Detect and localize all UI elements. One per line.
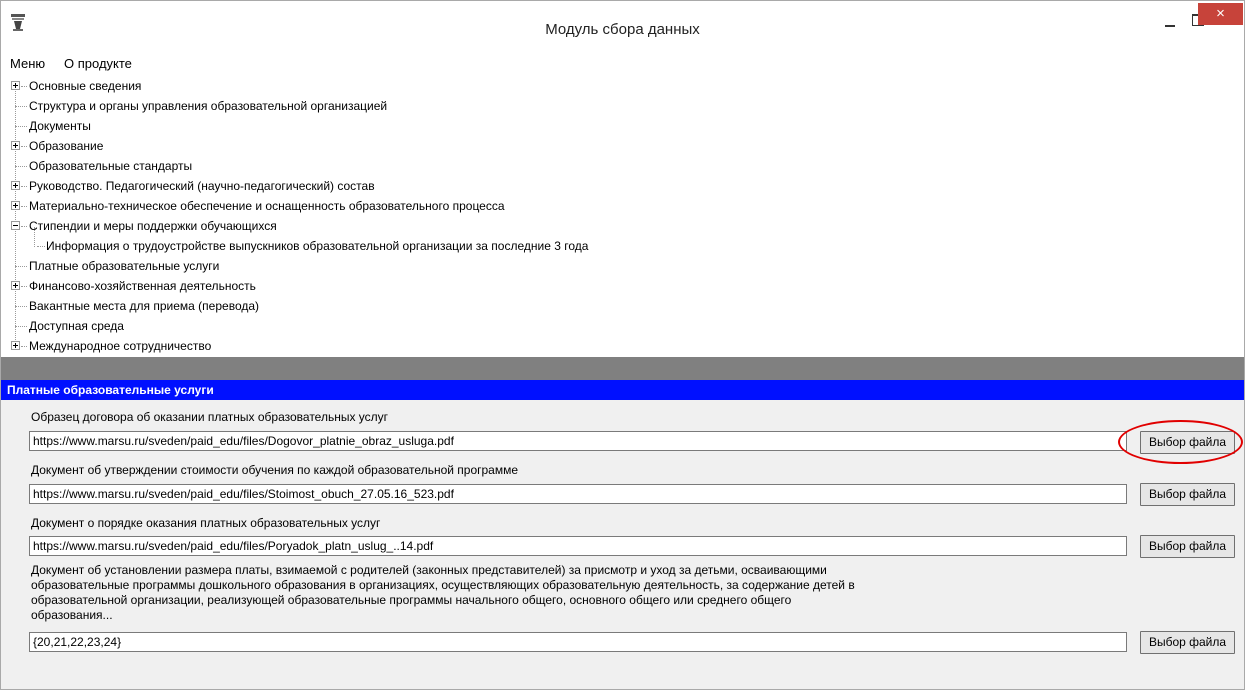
expand-icon[interactable] <box>11 81 20 90</box>
window-title: Модуль сбора данных <box>545 21 700 38</box>
splitter[interactable] <box>1 357 1244 380</box>
file-path-input[interactable]: https://www.marsu.ru/sveden/paid_edu/fil… <box>29 484 1127 504</box>
tree-item-label: Вакантные места для приема (перевода) <box>29 299 260 313</box>
tree-connector <box>21 86 27 87</box>
field-label: Документ о порядке оказания платных обра… <box>31 516 381 530</box>
expand-icon[interactable] <box>11 141 20 150</box>
expand-icon[interactable] <box>11 281 20 290</box>
tree-view: Основные сведения Структура и органы упра… <box>1 73 1244 357</box>
tree-connector <box>15 306 27 307</box>
expand-icon[interactable] <box>11 181 20 190</box>
tree-connector <box>37 246 45 247</box>
tree-item-label: Финансово-хозяйственная деятельность <box>29 279 256 293</box>
title-bar[interactable]: Модуль сбора данных × <box>1 1 1244 51</box>
tree-connector <box>21 206 27 207</box>
tree-connector <box>15 126 27 127</box>
tree-item-label: Доступная среда <box>29 319 124 333</box>
choose-file-button[interactable]: Выбор файла <box>1140 431 1235 454</box>
tree-item-label: Образовательные стандарты <box>29 159 193 173</box>
tree-item-label: Структура и органы управления образовате… <box>29 99 388 113</box>
tree-connector <box>15 166 27 167</box>
tree-connector <box>15 266 27 267</box>
choose-file-button[interactable]: Выбор файла <box>1140 535 1235 558</box>
tree-connector <box>21 346 27 347</box>
field-label: Документ об установлении размера платы, … <box>31 563 855 622</box>
app-window: Модуль сбора данных × Меню О продукте Ос… <box>0 0 1245 690</box>
choose-file-button[interactable]: Выбор файла <box>1140 631 1235 654</box>
expand-icon[interactable] <box>11 201 20 210</box>
close-icon[interactable]: × <box>1198 3 1243 25</box>
menu-item-about[interactable]: О продукте <box>64 56 132 71</box>
file-path-input[interactable]: https://www.marsu.ru/sveden/paid_edu/fil… <box>29 431 1127 451</box>
tree-item-label: Образование <box>29 139 104 153</box>
tree-item-label: Информация о трудоустройстве выпускников… <box>46 239 589 253</box>
tree-connector <box>21 286 27 287</box>
field-label: Образец договора об оказании платных обр… <box>31 410 389 424</box>
menu-item-menu[interactable]: Меню <box>10 56 45 71</box>
tree-connector <box>21 186 27 187</box>
minimize-icon[interactable] <box>1157 13 1183 33</box>
tree-item-label: Стипендии и меры поддержки обучающихся <box>29 219 277 233</box>
tree-connector <box>15 106 27 107</box>
tree-connector <box>21 146 27 147</box>
tree-item-label: Основные сведения <box>29 79 142 93</box>
expand-icon[interactable] <box>11 341 20 350</box>
tree-item-label: Международное сотрудничество <box>29 339 212 353</box>
tree-item-label: Документы <box>29 119 91 133</box>
tree-item-label: Руководство. Педагогический (научно-педа… <box>29 179 375 193</box>
choose-file-button[interactable]: Выбор файла <box>1140 483 1235 506</box>
field-label: Документ об утверждении стоимости обучен… <box>31 463 519 477</box>
tree-connector <box>15 326 27 327</box>
tree-connector <box>21 226 27 227</box>
tree-vertical-line <box>15 86 16 346</box>
form-panel: Образец договора об оказании платных обр… <box>1 400 1244 689</box>
tree-item-label: Материально-техническое обеспечение и ос… <box>29 199 505 213</box>
menu-bar: Меню О продукте <box>1 53 1244 73</box>
section-header: Платные образовательные услуги <box>1 380 1244 400</box>
tree-item-label: Платные образовательные услуги <box>29 259 220 273</box>
file-path-input[interactable]: {20,21,22,23,24} <box>29 632 1127 652</box>
file-path-input[interactable]: https://www.marsu.ru/sveden/paid_edu/fil… <box>29 536 1127 556</box>
collapse-icon[interactable] <box>11 221 20 230</box>
